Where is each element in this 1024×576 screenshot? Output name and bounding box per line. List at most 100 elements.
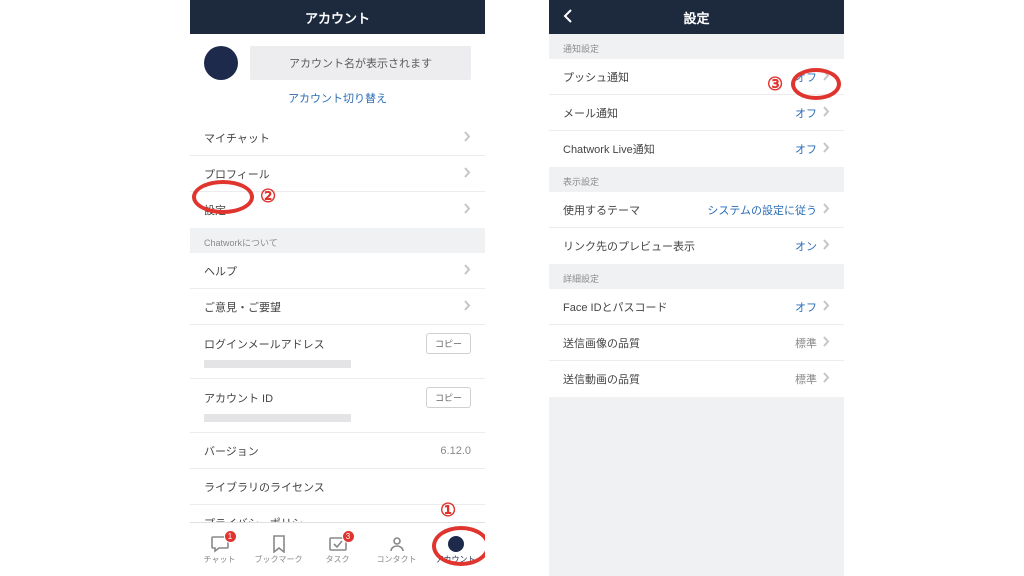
account-icon [445, 534, 467, 554]
switch-account-link[interactable]: アカウント切り替え [204, 90, 471, 110]
row-label: マイチャット [204, 130, 458, 146]
chevron-right-icon [823, 142, 830, 156]
tab-label: コンタクト [377, 554, 417, 565]
row-label: アカウント ID [204, 390, 426, 406]
tabbar: 1 チャット ブックマーク 3 タスク コンタクト [190, 522, 485, 576]
section-header-about: Chatworkについて [190, 228, 485, 253]
section-header-detail: 詳細設定 [549, 264, 844, 289]
chevron-right-icon [823, 372, 830, 386]
header-account: アカウント [190, 0, 485, 34]
copy-email-button[interactable]: コピー [426, 333, 471, 354]
row-value: 標準 [795, 335, 817, 351]
chevron-left-icon [562, 9, 574, 23]
chevron-right-icon [823, 70, 830, 84]
tab-label: タスク [326, 554, 350, 565]
section-header-display: 表示設定 [549, 167, 844, 192]
tab-bookmark[interactable]: ブックマーク [249, 523, 308, 576]
row-value: オフ [795, 141, 817, 157]
bookmark-icon [268, 534, 290, 554]
row-label: リンク先のプレビュー表示 [563, 238, 795, 254]
row-image-quality[interactable]: 送信画像の品質 標準 [549, 325, 844, 361]
chevron-right-icon [823, 300, 830, 314]
avatar[interactable] [204, 46, 238, 80]
row-feedback[interactable]: ご意見・ご要望 [190, 289, 485, 325]
profile-row: アカウント名が表示されます [204, 46, 471, 80]
header-title: アカウント [305, 8, 370, 27]
section-header-notif: 通知設定 [549, 34, 844, 59]
header-title: 設定 [683, 8, 709, 27]
row-value: 標準 [795, 371, 817, 387]
row-label: ライブラリのライセンス [204, 479, 471, 495]
row-value: オフ [795, 69, 817, 85]
redacted-value [204, 414, 351, 422]
tab-chat[interactable]: 1 チャット [190, 523, 249, 576]
tab-label: チャット [204, 554, 236, 565]
row-theme[interactable]: 使用するテーマ システムの設定に従う [549, 192, 844, 228]
chevron-right-icon [464, 131, 471, 145]
row-label: Face IDとパスコード [563, 299, 795, 315]
chevron-right-icon [464, 203, 471, 217]
redacted-value [204, 360, 351, 368]
group-notif: プッシュ通知 オフ メール通知 オフ Chatwork Live通知 オフ [549, 59, 844, 167]
row-value: オフ [795, 299, 817, 315]
contact-icon [386, 534, 408, 554]
row-mail-notif[interactable]: メール通知 オフ [549, 95, 844, 131]
task-badge: 3 [342, 530, 355, 543]
chevron-right-icon [464, 300, 471, 314]
row-label: ヘルプ [204, 263, 458, 279]
row-label: プロフィール [204, 166, 458, 182]
chevron-right-icon [823, 336, 830, 350]
row-label: バージョン [204, 443, 440, 459]
screen-account: アカウント アカウント名が表示されます アカウント切り替え マイチャット プロフ… [190, 0, 485, 576]
row-faceid[interactable]: Face IDとパスコード オフ [549, 289, 844, 325]
row-privacy[interactable]: プライバシーポリシー [190, 505, 485, 522]
group-display: 使用するテーマ システムの設定に従う リンク先のプレビュー表示 オン [549, 192, 844, 264]
chevron-right-icon [823, 203, 830, 217]
group-about: ヘルプ ご意見・ご要望 ログインメールアドレス コピー アカウント ID コピー [190, 253, 485, 522]
tab-task[interactable]: 3 タスク [308, 523, 367, 576]
chevron-right-icon [464, 167, 471, 181]
row-value: オン [795, 238, 817, 254]
row-mychat[interactable]: マイチャット [190, 120, 485, 156]
row-video-quality[interactable]: 送信動画の品質 標準 [549, 361, 844, 397]
row-settings[interactable]: 設定 [190, 192, 485, 228]
header-settings: 設定 [549, 0, 844, 34]
row-value: オフ [795, 105, 817, 121]
row-value: システムの設定に従う [707, 202, 817, 218]
row-label: 設定 [204, 202, 458, 218]
row-account-id: アカウント ID コピー [190, 379, 485, 433]
row-label: ご意見・ご要望 [204, 299, 458, 315]
group-main: マイチャット プロフィール 設定 [190, 120, 485, 228]
row-preview[interactable]: リンク先のプレビュー表示 オン [549, 228, 844, 264]
row-label: プライバシーポリシー [204, 515, 471, 522]
row-help[interactable]: ヘルプ [190, 253, 485, 289]
account-name-box: アカウント名が表示されます [250, 46, 471, 80]
tab-label: ブックマーク [255, 554, 303, 565]
tab-account[interactable]: アカウント [426, 523, 485, 576]
version-value: 6.12.0 [440, 445, 471, 457]
row-label: 送信動画の品質 [563, 371, 795, 387]
chevron-right-icon [464, 264, 471, 278]
group-detail: Face IDとパスコード オフ 送信画像の品質 標準 送信動画の品質 標準 [549, 289, 844, 397]
row-live-notif[interactable]: Chatwork Live通知 オフ [549, 131, 844, 167]
back-button[interactable] [559, 7, 577, 25]
row-label: ログインメールアドレス [204, 336, 426, 352]
row-label: プッシュ通知 [563, 69, 795, 85]
chevron-right-icon [823, 106, 830, 120]
row-label: Chatwork Live通知 [563, 141, 795, 157]
row-push-notif[interactable]: プッシュ通知 オフ [549, 59, 844, 95]
chat-badge: 1 [224, 530, 237, 543]
tab-contact[interactable]: コンタクト [367, 523, 426, 576]
row-label: メール通知 [563, 105, 795, 121]
settings-scroll: 通知設定 プッシュ通知 オフ メール通知 オフ Chatwork Live通知 … [549, 34, 844, 576]
screen-settings: 設定 通知設定 プッシュ通知 オフ メール通知 オフ Chatwork Live… [549, 0, 844, 576]
profile-block: アカウント名が表示されます アカウント切り替え [190, 34, 485, 120]
chevron-right-icon [823, 239, 830, 253]
row-license[interactable]: ライブラリのライセンス [190, 469, 485, 505]
row-login-email: ログインメールアドレス コピー [190, 325, 485, 379]
chat-icon: 1 [209, 534, 231, 554]
task-icon: 3 [327, 534, 349, 554]
row-profile[interactable]: プロフィール [190, 156, 485, 192]
row-label: 送信画像の品質 [563, 335, 795, 351]
copy-id-button[interactable]: コピー [426, 387, 471, 408]
